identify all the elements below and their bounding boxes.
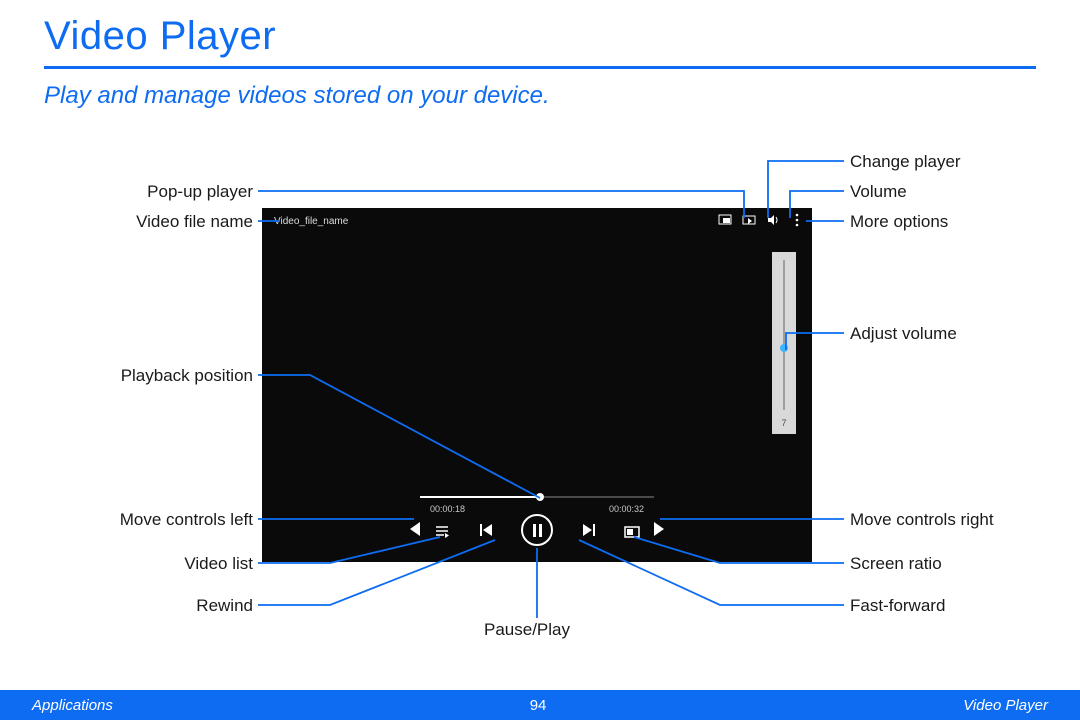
- label-pause-play: Pause/Play: [462, 620, 592, 640]
- video-file-name-text: Video_file_name: [274, 216, 348, 227]
- label-rewind: Rewind: [107, 596, 253, 616]
- video-player-screenshot: Video_file_name 7 00:00:18 00:00:32: [262, 208, 812, 562]
- page-subtitle: Play and manage videos stored on your de…: [44, 82, 550, 110]
- progress-knob[interactable]: [536, 493, 544, 501]
- popup-player-icon[interactable]: [718, 214, 732, 226]
- time-elapsed: 00:00:18: [430, 504, 465, 514]
- volume-value: 7: [772, 418, 796, 428]
- center-controls: [262, 514, 812, 546]
- footer-page-number: 94: [530, 697, 547, 714]
- footer-section: Applications: [32, 697, 113, 714]
- volume-knob[interactable]: [780, 344, 788, 352]
- progress-bar[interactable]: [420, 496, 654, 498]
- label-screen-ratio: Screen ratio: [850, 554, 942, 574]
- progress-elapsed: [420, 496, 540, 498]
- volume-track: [783, 260, 785, 410]
- label-popup-player: Pop-up player: [107, 182, 253, 202]
- label-fast-forward: Fast-forward: [850, 596, 945, 616]
- label-change-player: Change player: [850, 152, 961, 172]
- label-volume: Volume: [850, 182, 907, 202]
- label-video-list: Video list: [107, 554, 253, 574]
- time-total: 00:00:32: [609, 504, 644, 514]
- title-rule: [44, 66, 1036, 69]
- fast-forward-button[interactable]: [581, 523, 595, 537]
- top-icon-row: [718, 214, 804, 226]
- rewind-button[interactable]: [479, 523, 493, 537]
- more-options-icon[interactable]: [790, 214, 804, 226]
- label-more-options: More options: [850, 212, 948, 232]
- page-footer: Applications 94 Video Player: [0, 690, 1080, 720]
- volume-icon[interactable]: [766, 214, 780, 226]
- page-title: Video Player: [44, 14, 276, 59]
- label-move-controls-left: Move controls left: [80, 510, 253, 530]
- pause-bar: [533, 524, 536, 537]
- label-adjust-volume: Adjust volume: [850, 324, 957, 344]
- manual-page: Video Player Play and manage videos stor…: [0, 0, 1080, 720]
- pause-play-button[interactable]: [521, 514, 553, 546]
- change-player-icon[interactable]: [742, 214, 756, 226]
- label-video-file-name: Video file name: [107, 212, 253, 232]
- label-move-controls-right: Move controls right: [850, 510, 994, 530]
- footer-topic: Video Player: [963, 697, 1048, 714]
- pause-bar: [539, 524, 542, 537]
- label-playback-position: Playback position: [80, 366, 253, 386]
- volume-slider[interactable]: 7: [772, 252, 796, 434]
